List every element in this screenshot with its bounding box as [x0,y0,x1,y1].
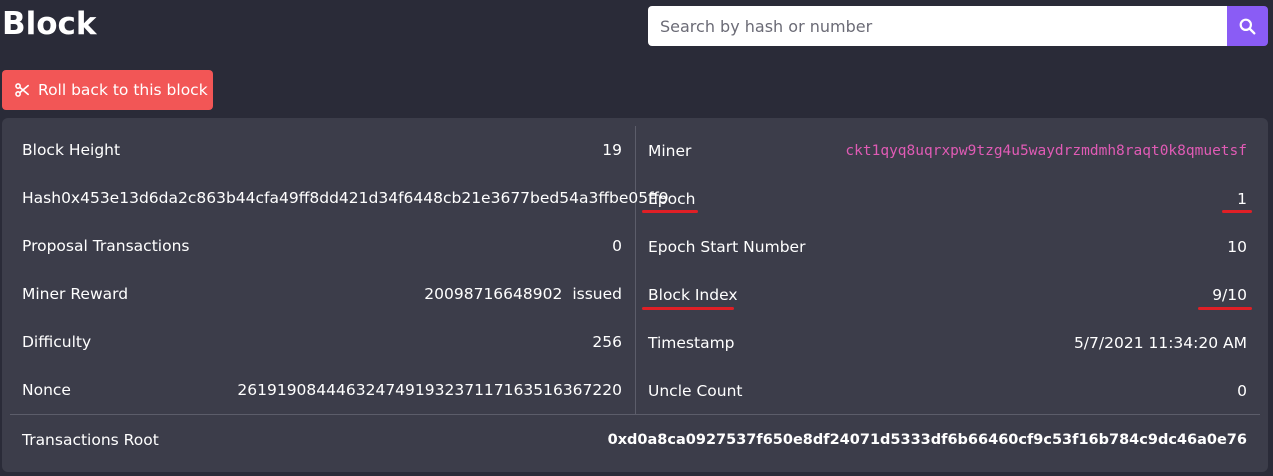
miner-label: Miner [648,142,692,160]
epoch-value-annotation-underline [1222,210,1252,213]
miner-reward-row: Miner Reward 20098716648902 issued [22,284,622,304]
scissors-icon [15,83,29,97]
block-height-label: Block Height [22,141,121,159]
hash-value[interactable]: 0x453e13d6da2c863b44cfa49ff8dd421d34f644… [61,189,669,207]
hash-label: Hash [22,189,62,207]
section-divider [10,414,1260,415]
epoch-start-label: Epoch Start Number [648,238,806,256]
proposal-transactions-label: Proposal Transactions [22,237,190,255]
epoch-value: 1 [1237,190,1247,208]
epoch-label-annotation-underline [642,210,698,213]
block-index-value: 9/10 [1212,286,1247,304]
uncle-count-label: Uncle Count [648,382,743,400]
search-icon [1239,18,1256,34]
proposal-transactions-row: Proposal Transactions 0 [22,236,622,256]
timestamp-value: 5/7/2021 11:34:20 AM [1073,334,1247,352]
transactions-root-label: Transactions Root [22,431,159,449]
block-index-label: Block Index [648,286,738,304]
hash-row: Hash 0x453e13d6da2c863b44cfa49ff8dd421d3… [22,188,669,208]
uncle-count-row: Uncle Count 0 [648,381,1247,401]
block-height-value: 19 [602,141,622,159]
nonce-label: Nonce [22,381,71,399]
epoch-start-value: 10 [1227,238,1247,256]
miner-reward-value: 20098716648902 [424,285,563,303]
search-input[interactable] [648,6,1227,46]
block-index-label-annotation-underline [642,307,734,310]
rollback-label: Roll back to this block [38,81,208,99]
block-height-row: Block Height 19 [22,140,622,160]
uncle-count-value: 0 [1237,382,1247,400]
epoch-row: Epoch 1 [648,189,1247,209]
miner-reward-label: Miner Reward [22,285,129,303]
miner-row: Miner ckt1qyq8uqrxpw9tzg4u5waydrzmdmh8ra… [648,141,1247,161]
epoch-start-row: Epoch Start Number 10 [648,237,1247,257]
search-bar [648,6,1268,46]
transactions-root-value: 0xd0a8ca0927537f650e8df24071d5333df6b664… [607,432,1247,448]
difficulty-row: Difficulty 256 [22,332,622,352]
rollback-button[interactable]: Roll back to this block [2,70,213,110]
block-index-value-annotation-underline [1198,307,1252,310]
transactions-root-row: Transactions Root 0xd0a8ca0927537f650e8d… [22,430,1247,450]
nonce-value: 261919084446324749193237117163516367220 [237,381,622,399]
search-button[interactable] [1227,6,1268,46]
block-page: Block Roll back to this block Block Heig… [0,0,1273,476]
timestamp-label: Timestamp [648,334,735,352]
page-title: Block [2,6,97,42]
nonce-row: Nonce 2619190844463247491932371171635163… [22,380,622,400]
difficulty-value: 256 [592,333,622,351]
block-index-row: Block Index 9/10 [648,285,1247,305]
column-divider [635,126,636,414]
epoch-label: Epoch [648,190,696,208]
block-details-card: Block Height 19 Hash 0x453e13d6da2c863b4… [2,118,1268,472]
timestamp-row: Timestamp 5/7/2021 11:34:20 AM [648,333,1247,353]
proposal-transactions-value: 0 [612,237,622,255]
miner-reward-value-group: 20098716648902 issued [424,285,622,303]
difficulty-label: Difficulty [22,333,92,351]
miner-address-link[interactable]: ckt1qyq8uqrxpw9tzg4u5waydrzmdmh8raqt0k8q… [845,143,1247,159]
miner-reward-status: issued [572,285,622,303]
